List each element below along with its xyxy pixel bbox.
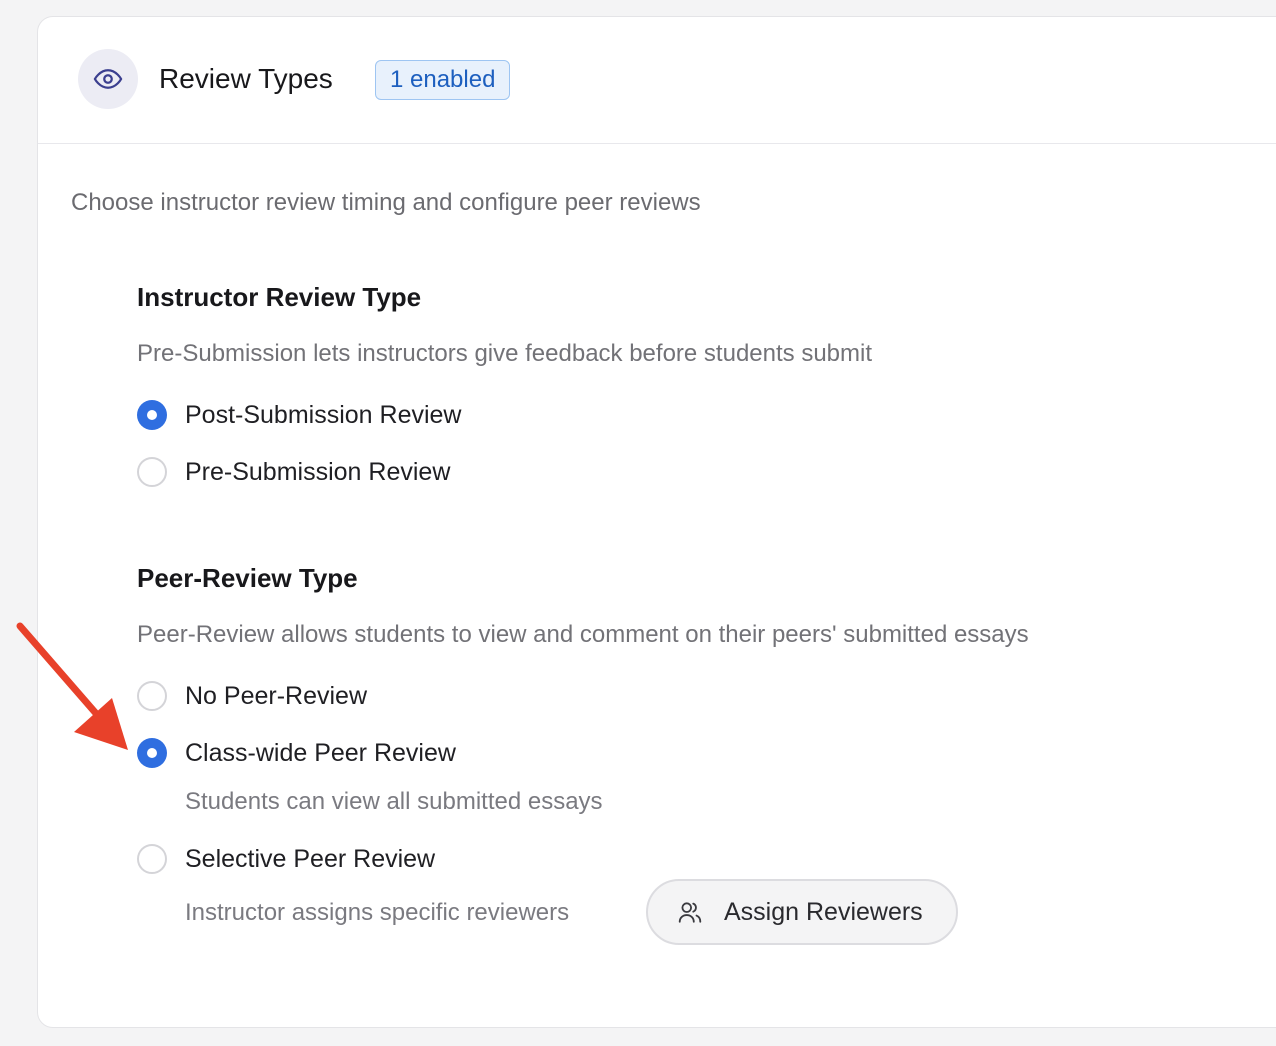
option-label: Post-Submission Review — [185, 401, 462, 429]
option-post-submission-review[interactable]: Post-Submission Review — [137, 398, 462, 432]
option-label: Pre-Submission Review — [185, 458, 451, 486]
card-header: Review Types 1 enabled — [38, 17, 1276, 144]
peer-review-description: Peer-Review allows students to view and … — [137, 621, 1029, 648]
review-types-card: Review Types 1 enabled Choose instructor… — [37, 16, 1276, 1028]
radio-post-submission[interactable] — [137, 400, 167, 430]
instructor-review-title: Instructor Review Type — [137, 282, 422, 312]
assign-reviewers-button[interactable]: Assign Reviewers — [646, 879, 958, 945]
class-wide-hint: Students can view all submitted essays — [185, 788, 603, 815]
radio-pre-submission[interactable] — [137, 457, 167, 487]
radio-class-wide-peer-review[interactable] — [137, 738, 167, 768]
radio-selective-peer-review[interactable] — [137, 844, 167, 874]
eye-icon — [78, 49, 138, 109]
option-label: No Peer-Review — [185, 682, 368, 710]
option-no-peer-review[interactable]: No Peer-Review — [137, 679, 367, 713]
enabled-count-badge: 1 enabled — [375, 60, 511, 100]
option-class-wide-peer-review[interactable]: Class-wide Peer Review — [137, 736, 456, 770]
peer-review-title: Peer-Review Type — [137, 563, 358, 593]
option-label: Class-wide Peer Review — [185, 739, 456, 767]
instructor-review-description: Pre-Submission lets instructors give fee… — [137, 340, 873, 367]
option-label: Selective Peer Review — [185, 845, 436, 873]
option-selective-peer-review[interactable]: Selective Peer Review — [137, 842, 435, 876]
card-description: Choose instructor review timing and conf… — [71, 189, 701, 216]
option-pre-submission-review[interactable]: Pre-Submission Review — [137, 455, 450, 489]
selective-hint: Instructor assigns specific reviewers — [185, 899, 570, 926]
users-icon — [676, 898, 704, 926]
radio-no-peer-review[interactable] — [137, 681, 167, 711]
card-title: Review Types — [159, 63, 333, 94]
assign-reviewers-label: Assign Reviewers — [724, 897, 923, 926]
